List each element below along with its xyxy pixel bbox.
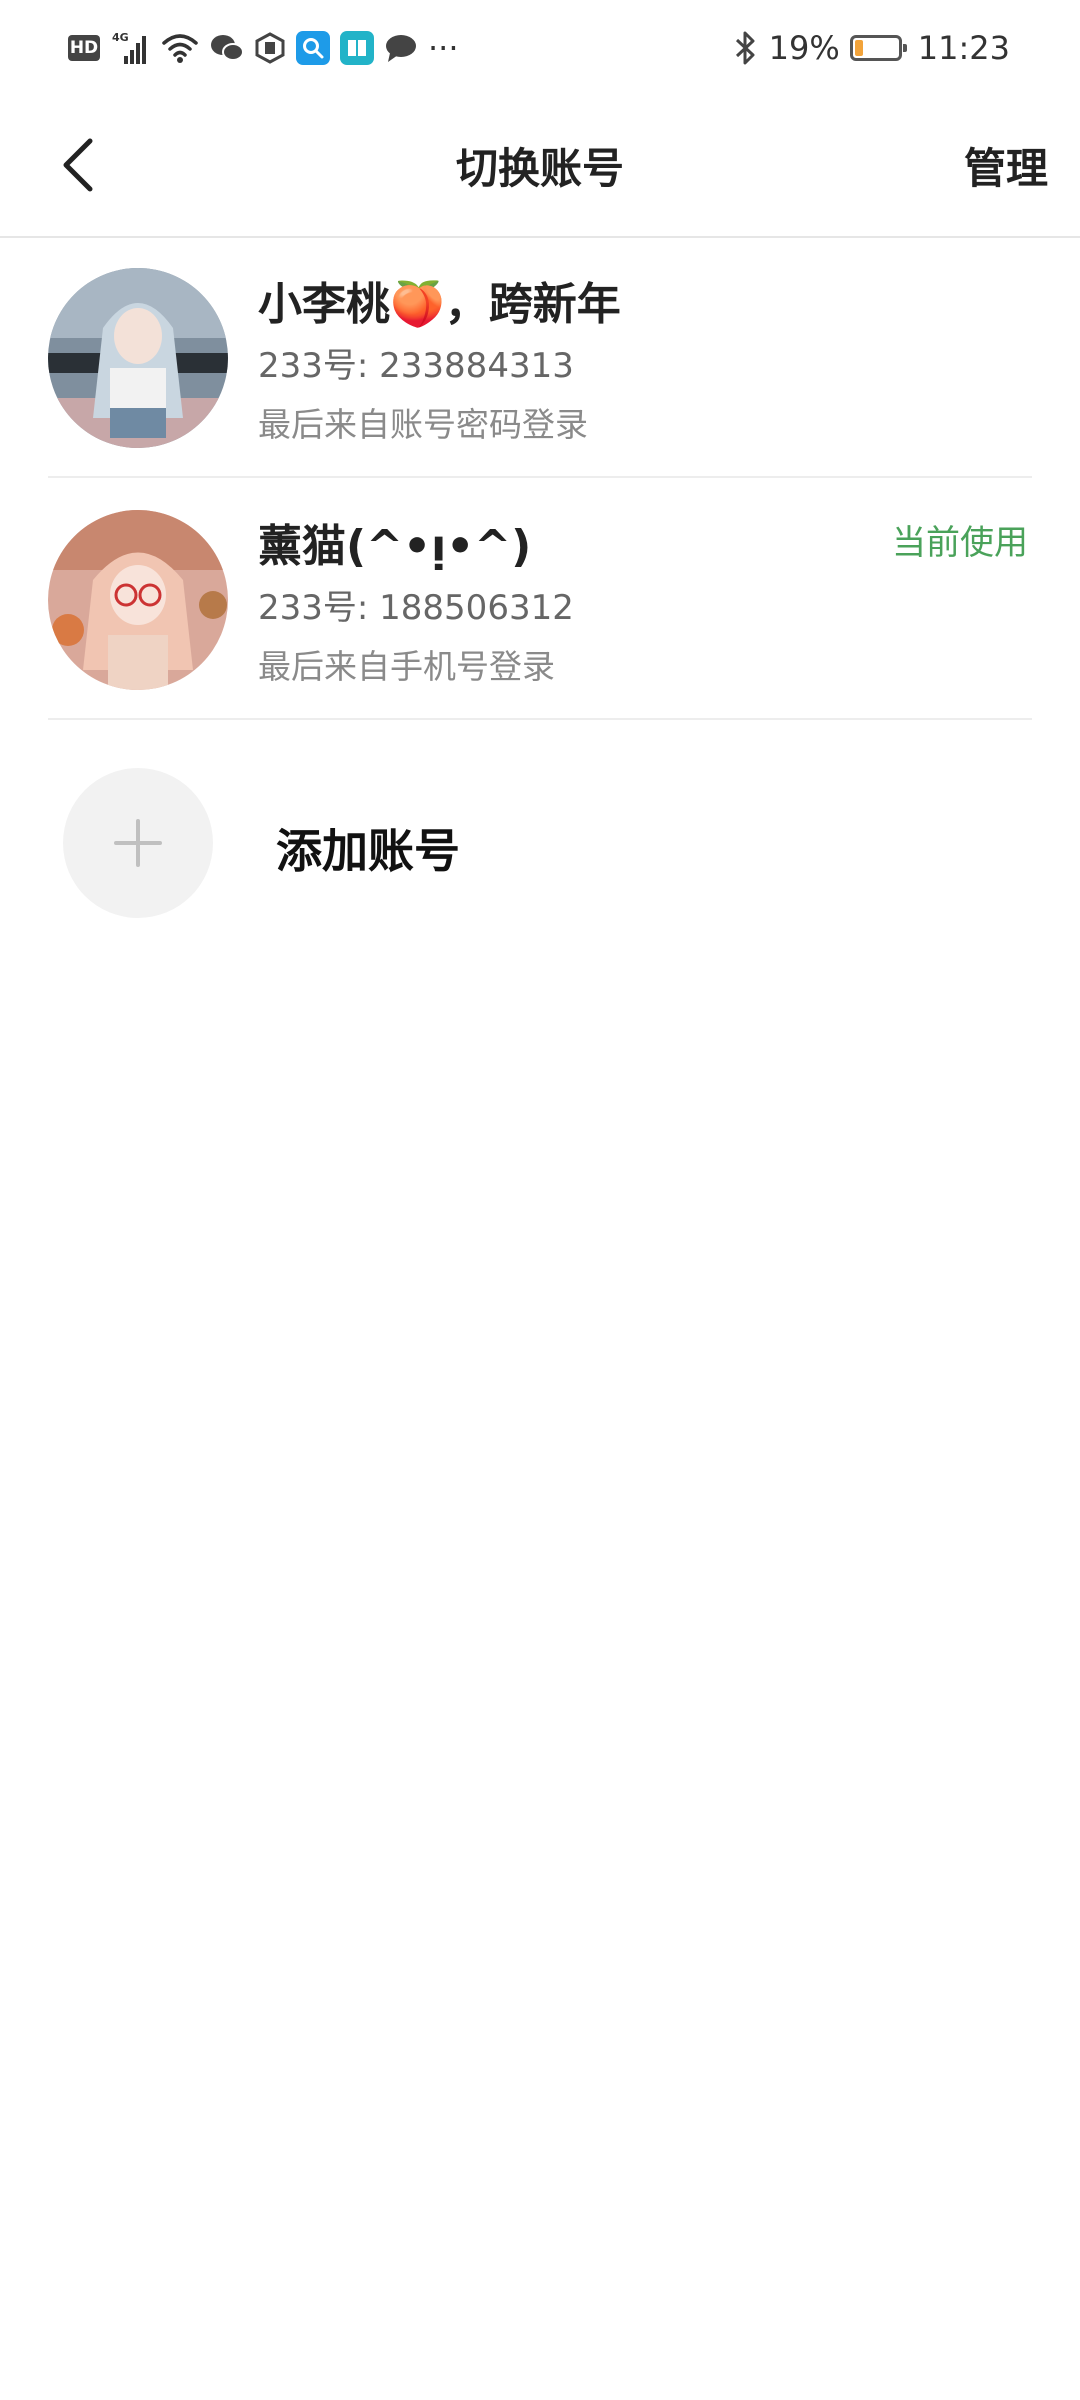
battery-percent: 19% [768, 29, 840, 67]
divider [48, 718, 1032, 720]
battery-level [854, 40, 863, 56]
account-last-login: 最后来自账号密码登录 [258, 405, 588, 444]
page-title: 切换账号 [455, 144, 624, 193]
wechat-icon [210, 33, 244, 63]
account-name: 小李桃🍑，跨新年 [258, 279, 621, 330]
status-bar: HD 4G ··· 19% 11:23 [0, 0, 1080, 95]
more-notifications-icon: ··· [428, 29, 459, 67]
account-item-1[interactable]: 小李桃🍑，跨新年 233号: 233884313 最后来自账号密码登录 [0, 238, 1080, 478]
hd-icon: HD [68, 35, 100, 61]
account-last-login: 最后来自手机号登录 [258, 647, 555, 686]
shield-app-icon [254, 32, 286, 64]
avatar [48, 510, 228, 690]
battery-icon [849, 35, 907, 61]
account-name: 薰猫(^•ᴉ•^) [258, 521, 532, 572]
message-icon [384, 33, 418, 63]
wifi-icon [160, 31, 200, 65]
plus-icon [114, 819, 162, 867]
add-account-button[interactable]: 添加账号 [0, 735, 1080, 935]
book-app-icon [340, 31, 374, 65]
divider [48, 476, 1032, 478]
avatar [48, 268, 228, 448]
header: 切换账号 管理 [0, 95, 1080, 238]
account-id: 233号: 188506312 [258, 588, 574, 628]
search-app-icon [296, 31, 330, 65]
current-account-badge: 当前使用 [892, 523, 1028, 563]
account-item-2[interactable]: 薰猫(^•ᴉ•^) 233号: 188506312 最后来自手机号登录 当前使用 [0, 480, 1080, 720]
cell-signal-icon: 4G [110, 30, 150, 66]
manage-button[interactable]: 管理 [964, 135, 1048, 196]
clock: 11:23 [917, 29, 1010, 67]
bluetooth-icon [733, 30, 759, 66]
account-id: 233号: 233884313 [258, 346, 574, 386]
status-right: 19% 11:23 [733, 26, 1010, 70]
svg-text:4G: 4G [112, 31, 129, 44]
add-account-label: 添加账号 [276, 824, 460, 878]
status-left: HD 4G ··· [68, 26, 459, 70]
add-account-circle [63, 768, 213, 918]
